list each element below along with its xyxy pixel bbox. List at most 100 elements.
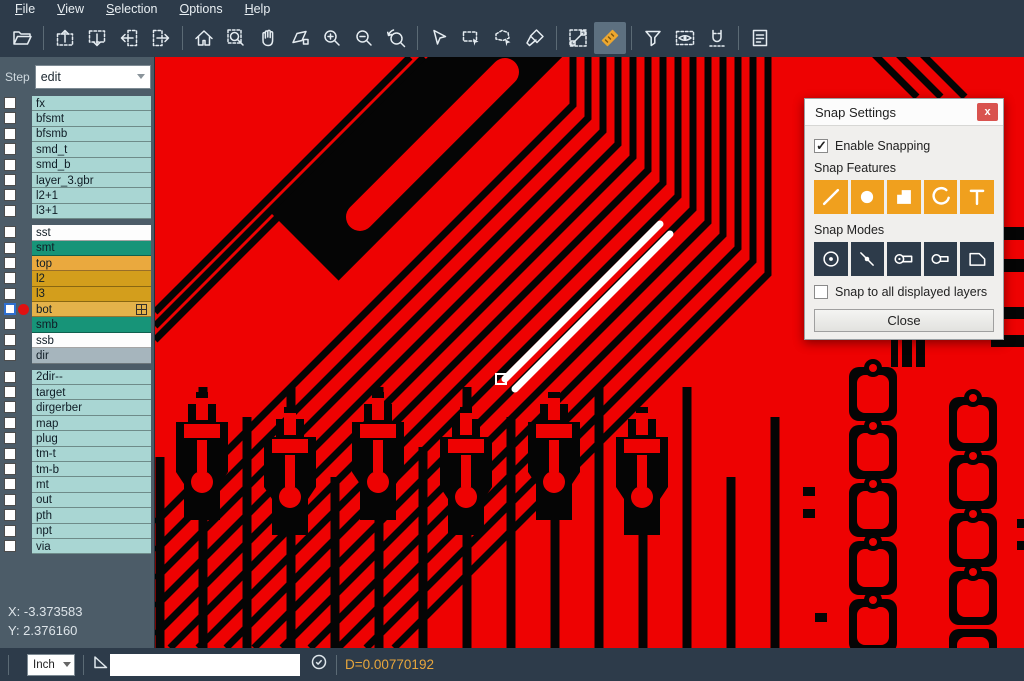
- layer-visibility-checkbox[interactable]: [4, 257, 16, 269]
- menu-item-view[interactable]: View: [46, 0, 95, 19]
- layer-visibility-checkbox[interactable]: [4, 143, 16, 155]
- layer-visibility-checkbox[interactable]: [4, 288, 16, 300]
- snap-mode-entire-feature-button[interactable]: [924, 242, 958, 276]
- snap-feature-surface-button[interactable]: [887, 180, 921, 214]
- layer-visibility-checkbox[interactable]: [4, 371, 16, 383]
- layer-label[interactable]: target: [32, 385, 151, 400]
- layer-label[interactable]: top: [32, 256, 151, 271]
- layer-label[interactable]: ssb: [32, 333, 151, 348]
- report-button[interactable]: [744, 22, 776, 54]
- close-icon[interactable]: x: [977, 103, 998, 121]
- layer-visibility-checkbox[interactable]: [4, 189, 16, 201]
- layer-visibility-checkbox[interactable]: [4, 205, 16, 217]
- snap-mode-corner-button[interactable]: [960, 242, 994, 276]
- layer-visibility-checkbox[interactable]: [4, 174, 16, 186]
- layer-visibility-checkbox[interactable]: [4, 525, 16, 537]
- grid-icon[interactable]: [136, 304, 147, 315]
- layer-label[interactable]: l3: [32, 287, 151, 302]
- measure-button[interactable]: [562, 22, 594, 54]
- dialog-title-bar[interactable]: Snap Settings x: [805, 99, 1003, 126]
- select-rectangle-button[interactable]: [455, 22, 487, 54]
- apply-check-icon[interactable]: [310, 653, 328, 676]
- snap-feature-pad-button[interactable]: [851, 180, 885, 214]
- layer-label[interactable]: layer_3.gbr: [32, 173, 151, 188]
- zoom-out-button[interactable]: [348, 22, 380, 54]
- snap-mode-midpoint-button[interactable]: [851, 242, 885, 276]
- import-right-button[interactable]: [145, 22, 177, 54]
- layer-label[interactable]: smt: [32, 241, 151, 256]
- layer-visibility-checkbox[interactable]: [4, 112, 16, 124]
- zoom-previous-button[interactable]: [380, 22, 412, 54]
- select-polygon-button[interactable]: [487, 22, 519, 54]
- layer-label[interactable]: smd_b: [32, 158, 151, 173]
- menu-item-options[interactable]: Options: [168, 0, 233, 19]
- layer-label[interactable]: dirgerber: [32, 400, 151, 415]
- paint-select-button[interactable]: [519, 22, 551, 54]
- layer-label[interactable]: pth: [32, 508, 151, 523]
- layer-label[interactable]: tm-b: [32, 462, 151, 477]
- layer-label[interactable]: smd_t: [32, 142, 151, 157]
- step-select[interactable]: edit: [35, 65, 151, 89]
- snap-feature-text-button[interactable]: [960, 180, 994, 214]
- layer-label[interactable]: fx: [32, 96, 151, 111]
- layer-label[interactable]: bot: [32, 302, 151, 317]
- layer-visibility-checkbox[interactable]: [4, 272, 16, 284]
- layer-label[interactable]: 2dir--: [32, 370, 151, 385]
- layer-label[interactable]: map: [32, 416, 151, 431]
- layer-visibility-checkbox[interactable]: [4, 242, 16, 254]
- enable-snapping-checkbox[interactable]: [814, 139, 828, 153]
- snap-mode-center-button[interactable]: [814, 242, 848, 276]
- snap-toggle-button[interactable]: [701, 22, 733, 54]
- layer-visibility-checkbox[interactable]: [4, 128, 16, 140]
- layer-label[interactable]: mt: [32, 477, 151, 492]
- layer-visibility-checkbox[interactable]: [4, 303, 16, 315]
- layer-visibility-checkbox[interactable]: [4, 463, 16, 475]
- layer-label[interactable]: smb: [32, 317, 151, 332]
- layer-visibility-checkbox[interactable]: [4, 478, 16, 490]
- import-left-button[interactable]: [113, 22, 145, 54]
- layer-visibility-checkbox[interactable]: [4, 509, 16, 521]
- layer-label[interactable]: plug: [32, 431, 151, 446]
- snap-feature-line-button[interactable]: [814, 180, 848, 214]
- open-file-button[interactable]: [6, 22, 38, 54]
- view-options-button[interactable]: [669, 22, 701, 54]
- angle-measure-icon[interactable]: [92, 653, 110, 676]
- layer-visibility-checkbox[interactable]: [4, 494, 16, 506]
- import-down-button[interactable]: [81, 22, 113, 54]
- ruler-button[interactable]: [594, 22, 626, 54]
- menu-item-selection[interactable]: Selection: [95, 0, 168, 19]
- layer-visibility-checkbox[interactable]: [4, 386, 16, 398]
- layer-visibility-checkbox[interactable]: [4, 226, 16, 238]
- layer-visibility-checkbox[interactable]: [4, 432, 16, 444]
- layer-label[interactable]: dir: [32, 348, 151, 363]
- snap-feature-arc-button[interactable]: [924, 180, 958, 214]
- zoom-in-button[interactable]: [316, 22, 348, 54]
- layer-visibility-checkbox[interactable]: [4, 417, 16, 429]
- layer-visibility-checkbox[interactable]: [4, 448, 16, 460]
- import-up-button[interactable]: [49, 22, 81, 54]
- layer-label[interactable]: l2+1: [32, 188, 151, 203]
- layer-visibility-checkbox[interactable]: [4, 318, 16, 330]
- layer-label[interactable]: tm-t: [32, 447, 151, 462]
- layer-label[interactable]: out: [32, 493, 151, 508]
- layer-label[interactable]: bfsmt: [32, 111, 151, 126]
- home-view-button[interactable]: [188, 22, 220, 54]
- command-input[interactable]: [110, 654, 300, 676]
- all-layers-checkbox[interactable]: [814, 285, 828, 299]
- layer-label[interactable]: l2: [32, 271, 151, 286]
- layer-label[interactable]: sst: [32, 225, 151, 240]
- layer-label[interactable]: via: [32, 539, 151, 554]
- layer-visibility-checkbox[interactable]: [4, 349, 16, 361]
- layer-visibility-checkbox[interactable]: [4, 97, 16, 109]
- layer-label[interactable]: l3+1: [32, 204, 151, 219]
- zoom-polygon-button[interactable]: [284, 22, 316, 54]
- layer-label[interactable]: bfsmb: [32, 127, 151, 142]
- select-pointer-button[interactable]: [423, 22, 455, 54]
- unit-select[interactable]: Inch: [27, 654, 75, 676]
- filter-button[interactable]: [637, 22, 669, 54]
- pan-button[interactable]: [252, 22, 284, 54]
- layer-visibility-checkbox[interactable]: [4, 159, 16, 171]
- layer-visibility-checkbox[interactable]: [4, 401, 16, 413]
- layer-label[interactable]: npt: [32, 524, 151, 539]
- layer-visibility-checkbox[interactable]: [4, 540, 16, 552]
